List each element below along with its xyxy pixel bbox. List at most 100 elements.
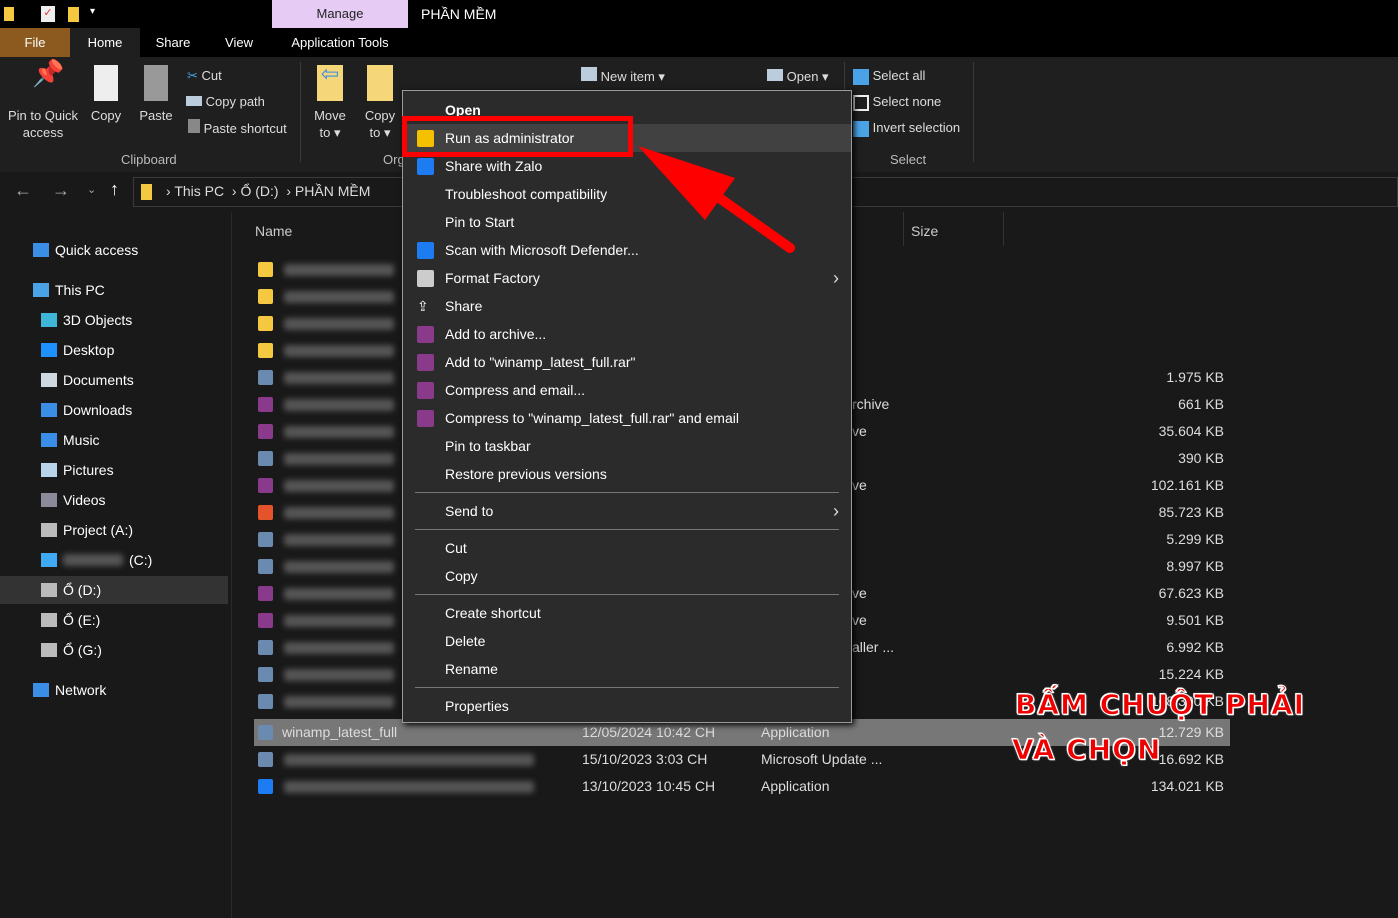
file-size: 16.692 KB — [1158, 751, 1224, 767]
file-type: ve — [852, 612, 867, 628]
select-none-button[interactable]: Select none — [853, 93, 941, 111]
nav-item[interactable]: Documents — [0, 366, 228, 394]
document-icon — [41, 373, 57, 387]
column-header-size[interactable]: Size — [911, 223, 938, 239]
nav-item-label: This PC — [55, 282, 105, 298]
nav-item[interactable]: This PC — [0, 276, 228, 304]
nav-item[interactable]: Quick access — [0, 236, 228, 264]
copy-path-button[interactable]: Copy path — [186, 93, 265, 110]
recent-locations-button[interactable]: ⌄ — [87, 183, 96, 196]
new-item-button[interactable]: New item ▾ — [581, 67, 665, 85]
office-icon — [258, 505, 273, 520]
tab-application-tools[interactable]: Application Tools — [272, 28, 408, 57]
menu-item-label: Delete — [445, 633, 486, 649]
forward-button[interactable]: → — [52, 180, 70, 201]
nav-item-label: Music — [63, 432, 100, 448]
file-row[interactable]: 13/10/2023 10:45 CH Application 134.021 KB — [254, 773, 1230, 800]
file-size: 85.723 KB — [1158, 504, 1224, 520]
nav-item-label: Ổ (D:) — [63, 582, 102, 598]
nav-item[interactable]: 3D Objects — [0, 306, 228, 334]
nav-item[interactable]: (C:) — [0, 546, 228, 574]
menu-item-rename[interactable]: Rename — [403, 655, 851, 683]
menu-item-compress-to-winamp-latest-full-rar-and-email[interactable]: Compress to "winamp_latest_full.rar" and… — [403, 404, 851, 432]
customize-toolbar-icon[interactable]: ▾ — [90, 6, 95, 17]
breadcrumb-drive-d[interactable]: Ổ (D:) — [240, 183, 278, 199]
copy-to-button[interactable]: Copy to ▾ — [360, 65, 400, 141]
winrar-icon — [417, 354, 434, 371]
file-size: 12.729 KB — [1158, 724, 1224, 740]
redacted-file-name — [284, 615, 394, 627]
nav-item[interactable]: Ổ (E:) — [0, 606, 228, 634]
app-icon — [258, 532, 273, 547]
navigation-pane: Quick access This PC 3D Objects Desktop Docu… — [0, 212, 232, 918]
winamp-icon — [258, 725, 273, 740]
tab-file[interactable]: File — [0, 28, 70, 57]
menu-item-pin-to-taskbar[interactable]: Pin to taskbar — [403, 432, 851, 460]
tab-share[interactable]: Share — [140, 28, 206, 57]
menu-item-cut[interactable]: Cut — [403, 534, 851, 562]
menu-item-restore-previous-versions[interactable]: Restore previous versions — [403, 460, 851, 488]
column-header-name[interactable]: Name — [255, 223, 292, 239]
share-icon: ⇪ — [417, 298, 429, 314]
drive-icon — [41, 643, 57, 657]
move-to-button[interactable]: ⇦ Move to ▾ — [310, 63, 350, 141]
nav-item[interactable]: Pictures — [0, 456, 228, 484]
menu-item-add-to-archive[interactable]: Add to archive... — [403, 320, 851, 348]
properties-icon[interactable]: ✓ — [41, 6, 55, 22]
app-icon — [258, 451, 273, 466]
app-icon — [258, 559, 273, 574]
nav-item-label: Downloads — [63, 402, 133, 418]
paste-button[interactable]: Paste — [136, 65, 176, 124]
redacted-file-name — [284, 480, 394, 492]
clipboard-group-label: Clipboard — [121, 152, 177, 167]
nav-item-label: Pictures — [63, 462, 114, 478]
new-folder-icon[interactable] — [68, 7, 79, 22]
redacted-file-name — [284, 588, 394, 600]
menu-item-properties[interactable]: Properties — [403, 692, 851, 720]
nav-item[interactable]: Ổ (D:) — [0, 576, 228, 604]
file-type: Application — [761, 724, 830, 740]
paste-shortcut-button[interactable]: Paste shortcut — [188, 119, 287, 137]
nav-item[interactable]: Videos — [0, 486, 228, 514]
menu-item-label: Properties — [445, 698, 509, 714]
menu-item-share[interactable]: ⇪ Share — [403, 292, 851, 320]
menu-item-add-to-winamp-latest-full-rar[interactable]: Add to "winamp_latest_full.rar" — [403, 348, 851, 376]
menu-item-create-shortcut[interactable]: Create shortcut — [403, 599, 851, 627]
redacted-file-name — [284, 453, 394, 465]
breadcrumb-this-pc[interactable]: This PC — [174, 183, 224, 199]
new-item-icon — [581, 67, 597, 81]
copy-button[interactable]: Copy — [86, 65, 126, 124]
open-button[interactable]: Open ▾ — [767, 68, 829, 85]
drive-icon — [41, 613, 57, 627]
nav-item-label: Ổ (E:) — [63, 612, 101, 628]
computer-icon — [33, 283, 49, 297]
nav-item[interactable]: Ổ (G:) — [0, 636, 228, 664]
redacted-file-name — [284, 264, 394, 276]
select-all-button[interactable]: Select all — [853, 67, 925, 85]
menu-item-compress-and-email[interactable]: Compress and email... — [403, 376, 851, 404]
breadcrumb-current-folder[interactable]: PHẦN MỀM — [295, 183, 370, 199]
manage-context-tab[interactable]: Manage — [272, 0, 408, 28]
menu-item-send-to[interactable]: Send to › — [403, 497, 851, 525]
cut-button[interactable]: ✂ Cut — [187, 67, 222, 84]
file-size: 661 KB — [1178, 396, 1224, 412]
file-size: 5.299 KB — [1166, 531, 1224, 547]
menu-item-delete[interactable]: Delete — [403, 627, 851, 655]
nav-item-label: Project (A:) — [63, 522, 134, 538]
pin-to-quick-access-button[interactable]: 📌 Pin to Quick access — [4, 60, 82, 141]
tab-view[interactable]: View — [206, 28, 272, 57]
breadcrumb: › This PC › Ổ (D:) › PHẦN MỀM — [166, 183, 371, 199]
tab-home[interactable]: Home — [70, 28, 140, 57]
invert-selection-button[interactable]: Invert selection — [853, 119, 960, 137]
up-button[interactable]: ↑ — [110, 179, 119, 200]
menu-item-copy[interactable]: Copy — [403, 562, 851, 590]
nav-item[interactable]: Desktop — [0, 336, 228, 364]
nav-item[interactable]: Downloads — [0, 396, 228, 424]
zalo-icon — [417, 158, 434, 175]
menu-item-label: Copy — [445, 568, 478, 584]
back-button[interactable]: ← — [14, 180, 32, 201]
nav-item[interactable]: Project (A:) — [0, 516, 228, 544]
videos-icon — [41, 493, 57, 507]
nav-item[interactable]: Music — [0, 426, 228, 454]
nav-item[interactable]: Network — [0, 676, 228, 704]
